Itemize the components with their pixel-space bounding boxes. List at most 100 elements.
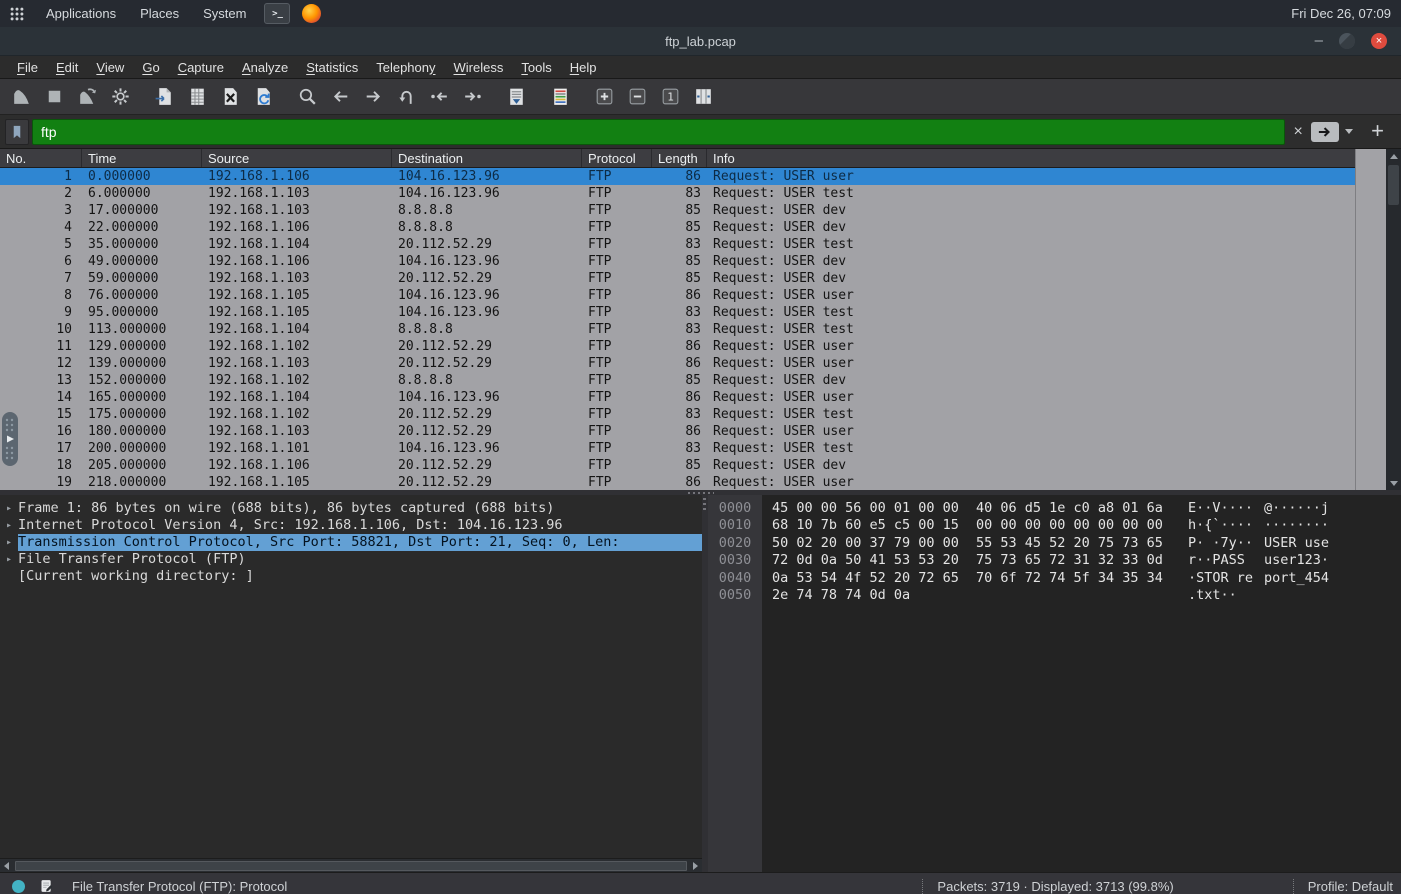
intelligent-scrollbar-minimap[interactable] [1355, 149, 1386, 490]
packet-row[interactable]: 3 17.000000 192.168.1.103 8.8.8.8 FTP 85 Reque… [0, 202, 1355, 219]
column-header-no[interactable]: No. [0, 149, 82, 167]
first-packet-icon[interactable] [424, 83, 454, 111]
capture-comment-icon[interactable] [39, 878, 54, 894]
column-header-protocol[interactable]: Protocol [582, 149, 652, 167]
restart-capture-icon[interactable] [72, 83, 102, 111]
menu-statistics[interactable]: Statistics [297, 58, 367, 77]
reload-file-icon[interactable] [248, 83, 278, 111]
places-menu[interactable]: Places [128, 6, 191, 21]
expander-icon[interactable]: ▸ [0, 517, 18, 534]
minimize-button[interactable]: – [1315, 33, 1323, 48]
colorize-icon[interactable] [545, 83, 575, 111]
go-back-icon[interactable] [325, 83, 355, 111]
menu-file[interactable]: File [8, 58, 47, 77]
packet-row[interactable]: 16 180.000000 192.168.1.103 20.112.52.29 FTP… [0, 423, 1355, 440]
applications-menu[interactable]: Applications [34, 6, 128, 21]
close-button[interactable]: × [1371, 33, 1387, 49]
display-filter-input[interactable] [32, 118, 1286, 145]
packet-row[interactable]: 8 76.000000 192.168.1.105 104.16.123.96 FTP 8… [0, 287, 1355, 304]
packet-row[interactable]: 17 200.000000 192.168.1.101 104.16.123.96 FT… [0, 440, 1355, 457]
expert-info-icon[interactable] [12, 879, 25, 893]
packet-row[interactable]: 10 113.000000 192.168.1.104 8.8.8.8 FTP 83 Req… [0, 321, 1355, 338]
scroll-up-icon[interactable] [1386, 149, 1401, 163]
column-header-length[interactable]: Length [652, 149, 707, 167]
filter-dropdown-caret-icon[interactable] [1342, 129, 1356, 134]
menu-tools[interactable]: Tools [512, 58, 560, 77]
menu-capture[interactable]: Capture [169, 58, 233, 77]
profile-status[interactable]: Profile: Default [1308, 879, 1401, 894]
detail-line[interactable]: ▸ File Transfer Protocol (FTP) [0, 551, 702, 568]
scrollbar-thumb[interactable] [15, 860, 687, 871]
packet-row[interactable]: 11 129.000000 192.168.1.102 20.112.52.29 FTP… [0, 338, 1355, 355]
open-file-icon[interactable] [149, 83, 179, 111]
column-header-info[interactable]: Info [707, 149, 1355, 167]
auto-scroll-icon[interactable] [501, 83, 531, 111]
detail-line[interactable]: ▸ Frame 1: 86 bytes on wire (688 bits), 8… [0, 500, 702, 517]
restore-button[interactable] [1339, 33, 1355, 49]
packet-row[interactable]: 2 6.000000 192.168.1.103 104.16.123.96 FTP 83… [0, 185, 1355, 202]
packet-row[interactable]: 9 95.000000 192.168.1.105 104.16.123.96 FTP 8… [0, 304, 1355, 321]
menu-wireless[interactable]: Wireless [445, 58, 513, 77]
filter-apply-button[interactable] [1311, 121, 1340, 142]
menu-analyze[interactable]: Analyze [233, 58, 297, 77]
firefox-launcher-icon[interactable] [302, 4, 322, 23]
expander-icon[interactable]: ▸ [0, 551, 18, 568]
screen-edge-panel-handle[interactable] [2, 412, 18, 466]
app-grid-icon[interactable] [8, 5, 26, 23]
column-header-time[interactable]: Time [82, 149, 202, 167]
packet-row[interactable]: 13 152.000000 192.168.1.102 8.8.8.8 FTP 85 Req… [0, 372, 1355, 389]
scroll-right-icon[interactable] [689, 861, 702, 870]
packet-row[interactable]: 7 59.000000 192.168.1.103 20.112.52.29 FTP 85… [0, 270, 1355, 287]
save-file-icon[interactable] [182, 83, 212, 111]
packet-row[interactable]: 4 22.000000 192.168.1.106 8.8.8.8 FTP 85 Reque… [0, 219, 1355, 236]
last-packet-icon[interactable] [457, 83, 487, 111]
horizontal-splitter[interactable] [0, 490, 1401, 495]
detail-line[interactable]: ▸ Internet Protocol Version 4, Src: 192.1… [0, 517, 702, 534]
menu-edit[interactable]: Edit [47, 58, 87, 77]
packet-row[interactable]: 5 35.000000 192.168.1.104 20.112.52.29 FTP 83… [0, 236, 1355, 253]
menu-help[interactable]: Help [561, 58, 606, 77]
menu-telephony[interactable]: Telephony [367, 58, 444, 77]
detail-line[interactable]: [Current working directory: ] [0, 568, 702, 585]
column-header-source[interactable]: Source [202, 149, 392, 167]
scroll-left-icon[interactable] [0, 861, 13, 870]
packet-row[interactable]: 6 49.000000 192.168.1.106 104.16.123.96 FTP 8… [0, 253, 1355, 270]
filter-add-button[interactable]: + [1359, 118, 1396, 146]
hex-row[interactable]: 0040 0a 53 54 4f 52 20 72 65 70 6f 72 74 5… [708, 570, 1401, 587]
hex-row[interactable]: 0030 72 0d 0a 50 41 53 53 20 75 73 65 72 3… [708, 552, 1401, 569]
hex-row[interactable]: 0020 50 02 20 00 37 79 00 00 55 53 45 52 2… [708, 535, 1401, 552]
menu-view[interactable]: View [87, 58, 133, 77]
scrollbar-thumb[interactable] [1388, 165, 1399, 205]
terminal-launcher-icon[interactable]: >_ [264, 3, 291, 24]
start-capture-icon[interactable] [6, 83, 36, 111]
packet-row[interactable]: 15 175.000000 192.168.1.102 20.112.52.29 FTP… [0, 406, 1355, 423]
packet-row[interactable]: 18 205.000000 192.168.1.106 20.112.52.29 FTP… [0, 457, 1355, 474]
hex-row[interactable]: 0050 2e 74 78 74 0d 0a .txt·· [708, 587, 1401, 604]
zoom-original-icon[interactable]: 1 [655, 83, 685, 111]
zoom-out-icon[interactable] [622, 83, 652, 111]
detail-line[interactable]: ▸ Transmission Control Protocol, Src Port… [0, 534, 702, 551]
hex-row[interactable]: 0010 68 10 7b 60 e5 c5 00 15 00 00 00 00 0… [708, 517, 1401, 534]
filter-clear-icon[interactable]: × [1288, 123, 1308, 141]
zoom-in-icon[interactable] [589, 83, 619, 111]
filter-bookmark-button[interactable] [5, 118, 29, 145]
menu-go[interactable]: Go [133, 58, 168, 77]
expander-icon[interactable]: ▸ [0, 534, 18, 551]
resize-columns-icon[interactable] [688, 83, 718, 111]
go-to-packet-icon[interactable] [391, 83, 421, 111]
packet-row[interactable]: 14 165.000000 192.168.1.104 104.16.123.96 FT… [0, 389, 1355, 406]
system-menu[interactable]: System [191, 6, 258, 21]
packet-list-scrollbar[interactable] [1386, 149, 1401, 490]
stop-capture-icon[interactable] [39, 83, 69, 111]
packet-row[interactable]: 19 218.000000 192.168.1.105 20.112.52.29 FTP… [0, 474, 1355, 490]
scroll-down-icon[interactable] [1386, 476, 1401, 490]
capture-options-icon[interactable] [105, 83, 135, 111]
packet-row[interactable]: 1 0.000000 192.168.1.106 104.16.123.96 FTP 86… [0, 168, 1355, 185]
close-file-icon[interactable] [215, 83, 245, 111]
vertical-splitter[interactable] [702, 495, 708, 872]
packet-row[interactable]: 12 139.000000 192.168.1.103 20.112.52.29 FTP… [0, 355, 1355, 372]
details-horizontal-scrollbar[interactable] [0, 858, 702, 872]
column-header-destination[interactable]: Destination [392, 149, 582, 167]
expander-icon[interactable]: ▸ [0, 500, 18, 517]
go-forward-icon[interactable] [358, 83, 388, 111]
